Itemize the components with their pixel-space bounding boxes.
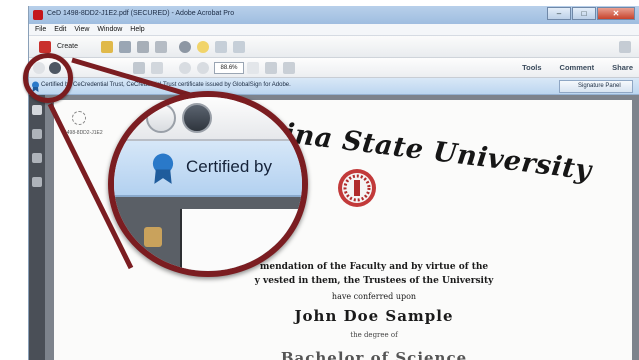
page-thumbnails-icon[interactable]: [32, 105, 42, 115]
select-tool-icon[interactable]: [133, 62, 145, 74]
menu-edit[interactable]: Edit: [54, 26, 66, 33]
fit-page-icon[interactable]: [265, 62, 277, 74]
zoomed-page: [180, 209, 302, 271]
menu-file[interactable]: File: [35, 26, 46, 33]
comment-bubble-icon[interactable]: [197, 41, 209, 53]
zoomed-certified-text: Certified by: [186, 157, 272, 176]
zoom-level-field[interactable]: 88.6%: [214, 62, 244, 74]
menu-window[interactable]: Window: [97, 26, 122, 33]
zoom-dropdown-icon[interactable]: [247, 62, 259, 74]
save-icon[interactable]: [119, 41, 131, 53]
degree-name: Bachelor of Science: [280, 349, 468, 360]
create-icon[interactable]: [39, 41, 51, 53]
recipient-name: John Doe Sample: [294, 307, 454, 325]
zoomed-certified-ribbon-icon: [152, 153, 174, 184]
zoom-out-icon[interactable]: [179, 62, 191, 74]
close-button[interactable]: ✕: [597, 7, 635, 20]
magnifier-source-ring: [23, 53, 73, 103]
zoomed-next-page-icon: [182, 103, 212, 133]
print-icon[interactable]: [137, 41, 149, 53]
university-seal-small-icon: [72, 111, 86, 125]
zoomed-lock-icon: [144, 227, 162, 247]
email-icon[interactable]: [155, 41, 167, 53]
window-controls: – □ ✕: [547, 7, 635, 20]
signature-panel-button[interactable]: Signature Panel: [559, 80, 633, 93]
signatures-pen-icon[interactable]: [32, 177, 42, 187]
zoom-in-icon[interactable]: [197, 62, 209, 74]
zoomed-signature-bar: Certified by: [114, 141, 302, 197]
signature-panel-label: Signature Panel: [578, 83, 621, 89]
open-folder-icon[interactable]: [101, 41, 113, 53]
university-name: ina State University: [282, 118, 594, 187]
comment-tab[interactable]: Comment: [560, 63, 595, 72]
menu-view[interactable]: View: [74, 26, 89, 33]
attachments-icon[interactable]: [32, 153, 42, 163]
diploma-text-line: the degree of: [350, 331, 398, 339]
expand-icon[interactable]: [619, 41, 631, 53]
navigation-toolbar: 88.6% Tools Comment Share: [29, 58, 639, 78]
zoomed-previous-page-icon: [146, 103, 176, 133]
signature-bar: Certified by CeCredential Trust, CeCrede…: [29, 78, 639, 95]
settings-gear-icon[interactable]: [179, 41, 191, 53]
stamp-icon[interactable]: [233, 41, 245, 53]
maximize-button[interactable]: □: [572, 7, 596, 20]
hand-tool-icon[interactable]: [151, 62, 163, 74]
window-title: CeD 1498-8DD2-J1E2.pdf (SECURED) - Adobe…: [47, 10, 235, 17]
acrobat-app-icon: [33, 10, 43, 20]
navigation-pane: [29, 95, 45, 360]
highlight-icon[interactable]: [215, 41, 227, 53]
page-display-icon[interactable]: [283, 62, 295, 74]
main-toolbar: Create: [29, 36, 639, 58]
tools-tab[interactable]: Tools: [522, 63, 541, 72]
certification-message: Certified by CeCredential Trust, CeCrede…: [41, 82, 291, 88]
minimize-button[interactable]: –: [547, 7, 571, 20]
diploma-text-line: y vested in them, the Trustees of the Un…: [254, 276, 494, 286]
magnifier-lens: Certified by: [108, 91, 308, 277]
create-button[interactable]: Create: [57, 43, 78, 50]
document-id: 1498-8DD2-J1E2: [64, 130, 103, 136]
title-bar: CeD 1498-8DD2-J1E2.pdf (SECURED) - Adobe…: [29, 6, 639, 24]
university-seal-icon: [338, 169, 376, 207]
zoomed-toolbar: [114, 97, 302, 141]
diploma-text-line: have conferred upon: [331, 292, 417, 301]
bookmarks-icon[interactable]: [32, 129, 42, 139]
menu-bar: File Edit View Window Help: [29, 24, 639, 36]
share-tab[interactable]: Share: [612, 63, 633, 72]
menu-help[interactable]: Help: [130, 26, 144, 33]
task-pane-links: Tools Comment Share: [522, 63, 633, 72]
